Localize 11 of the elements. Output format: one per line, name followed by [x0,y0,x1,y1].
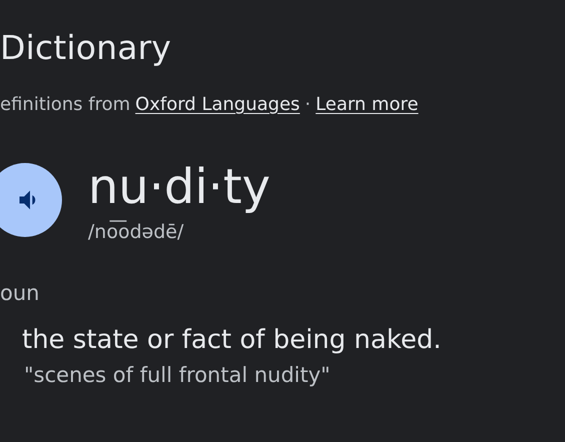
pronounce-button[interactable] [0,163,62,237]
separator: · [304,94,311,115]
headword: nu·di·ty [88,159,270,215]
source-link[interactable]: Oxford Languages [135,94,300,115]
source-label: efinitions from [0,94,130,115]
learn-more-link[interactable]: Learn more [316,94,418,115]
definition: the state or fact of being naked. [22,325,442,355]
example-sentence: "scenes of full frontal nudity" [24,363,332,387]
part-of-speech: oun [0,281,40,305]
dictionary-title: Dictionary [0,28,172,68]
pronunciation: /no͞odədē/ [88,221,185,243]
